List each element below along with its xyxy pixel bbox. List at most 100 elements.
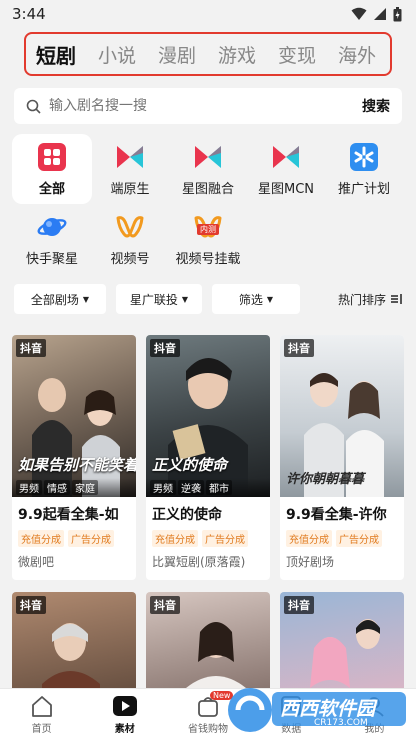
- nav-home[interactable]: 首页: [0, 689, 83, 740]
- drama-source: 顶好剧场: [286, 555, 335, 569]
- channel-label: 视频号: [110, 252, 150, 267]
- revenue-chips: 充值分成 广告分成: [146, 524, 270, 547]
- bowtie-icon: [193, 142, 223, 172]
- drama-card[interactable]: 抖音 正义的使命 男频 逆袭 都市 正义的使命 充值分成 广告分成 比翼短剧(原…: [146, 335, 270, 580]
- platform-badge: 抖音: [16, 596, 46, 614]
- nav-label: 素材: [114, 724, 135, 735]
- channel-xingtu-ronghe[interactable]: 星图融合: [168, 142, 248, 197]
- poster-title: 如果告别不能笑着说: [18, 456, 136, 474]
- nav-label: 省钱购物: [188, 724, 228, 735]
- play-icon: [112, 694, 138, 718]
- platform-badge: 抖音: [150, 596, 180, 614]
- revenue-chip: 充值分成: [18, 530, 64, 547]
- revenue-chip: 广告分成: [202, 530, 248, 547]
- status-bar: 3:44: [0, 0, 416, 28]
- tab-game[interactable]: 游戏: [218, 41, 256, 68]
- watermark-logo: 西西软件园 CR173.COM: [224, 684, 410, 736]
- poster-image: 抖音 正义的使命 男频 逆袭 都市: [146, 335, 270, 497]
- channel-label: 推广计划: [337, 182, 390, 197]
- revenue-chip: 广告分成: [68, 530, 114, 547]
- all-dramas-filter[interactable]: 全部剧场 ▼: [14, 284, 106, 314]
- genre-tag: 家庭: [72, 480, 98, 495]
- revenue-chip: 充值分成: [286, 530, 332, 547]
- grid-icon: [37, 142, 67, 172]
- channel-label: 快手聚星: [25, 252, 78, 267]
- search-button[interactable]: 搜索: [362, 96, 390, 116]
- category-tabs: 短剧 小说 漫剧 游戏 变现 海外: [24, 32, 392, 76]
- status-icons: [351, 6, 402, 22]
- watermark-url: CR173.COM: [314, 718, 368, 728]
- channel-label: 全部: [38, 182, 65, 197]
- channel-label: 星图MCN: [257, 182, 315, 197]
- genre-tag: 男频: [150, 480, 176, 495]
- channel-duan-yuansheng[interactable]: 端原生: [90, 142, 170, 197]
- poster-image: 抖音 许你朝朝暮暮: [280, 335, 404, 497]
- screen-filter[interactable]: 筛选 ▼: [212, 284, 300, 314]
- genre-tag: 情感: [44, 480, 70, 495]
- channel-shipinhao-mount[interactable]: 内测 视频号挂载: [168, 212, 248, 267]
- planet-icon: [37, 212, 67, 242]
- platform-badge: 抖音: [150, 339, 180, 357]
- channel-label: 星图融合: [181, 182, 234, 197]
- nav-material[interactable]: 素材: [83, 689, 166, 740]
- app-screen: 3:44 短剧 小说 漫剧 游戏 变现 海外 搜索 全部: [0, 0, 416, 740]
- channel-kuaishou-juxing[interactable]: 快手聚星: [12, 212, 92, 267]
- tab-novel[interactable]: 小说: [98, 41, 136, 68]
- search-bar: 搜索: [14, 88, 402, 124]
- poster-title: 正义的使命: [152, 456, 228, 474]
- channel-promotion-plan[interactable]: 推广计划: [324, 142, 404, 197]
- sort-button[interactable]: 热门排序: [338, 291, 402, 308]
- filter-row: 全部剧场 ▼ 星广联投 ▼ 筛选 ▼ 热门排序: [14, 284, 402, 314]
- bowtie-icon: [271, 142, 301, 172]
- filter-label: 全部剧场: [30, 292, 79, 307]
- genre-tag: 逆袭: [178, 480, 204, 495]
- drama-title: 正义的使命: [152, 507, 222, 523]
- caret-down-icon: ▼: [266, 294, 274, 304]
- drama-card[interactable]: 抖音 许你朝朝暮暮 9.9看全集-许你 充值分成 广告分成 顶好剧场: [280, 335, 404, 580]
- watermark-brand: 西西软件园: [280, 698, 376, 720]
- tab-overseas[interactable]: 海外: [338, 41, 376, 68]
- butterfly-icon: 内测: [193, 212, 223, 242]
- drama-card[interactable]: 抖音 如果告别不能笑着说 男频 情感 家庭 9.9起看全集-如 充值分成 广告分…: [12, 335, 136, 580]
- channel-all[interactable]: 全部: [12, 134, 92, 204]
- channel-label: 端原生: [110, 182, 150, 197]
- status-time: 3:44: [12, 5, 46, 23]
- platform-badge: 抖音: [284, 339, 314, 357]
- tab-monetize[interactable]: 变现: [278, 41, 316, 68]
- filter-label: 筛选: [238, 292, 263, 307]
- caret-down-icon: ▼: [181, 294, 189, 304]
- tab-comic-drama[interactable]: 漫剧: [158, 41, 196, 68]
- genre-tags: 男频 逆袭 都市: [146, 478, 270, 497]
- poster-title: 许你朝朝暮暮: [286, 472, 365, 487]
- genre-tag: 男频: [16, 480, 42, 495]
- channel-shipinhao[interactable]: 视频号: [90, 212, 170, 267]
- drama-title: 9.9看全集-许你: [286, 507, 387, 523]
- genre-tags: 男频 情感 家庭: [12, 478, 136, 497]
- drama-title: 9.9起看全集-如: [18, 507, 119, 523]
- caret-down-icon: ▼: [82, 294, 90, 304]
- drama-source: 比翼短剧(原落霞): [152, 555, 246, 569]
- channel-xingtu-mcn[interactable]: 星图MCN: [246, 142, 326, 197]
- beta-badge: 内测: [197, 224, 219, 235]
- search-icon: [26, 99, 41, 114]
- search-input[interactable]: [49, 98, 362, 114]
- nav-label: 首页: [31, 724, 52, 735]
- sparkle-icon: [349, 142, 379, 172]
- platform-badge: 抖音: [16, 339, 46, 357]
- poster-image: 抖音 如果告别不能笑着说 男频 情感 家庭: [12, 335, 136, 497]
- sort-label: 热门排序: [337, 292, 386, 307]
- star-link-filter[interactable]: 星广联投 ▼: [116, 284, 202, 314]
- sort-icon: [391, 294, 402, 304]
- revenue-chip: 广告分成: [336, 530, 382, 547]
- revenue-chip: 充值分成: [152, 530, 198, 547]
- home-icon: [30, 694, 54, 718]
- channel-label: 视频号挂载: [175, 252, 241, 267]
- tab-short-drama[interactable]: 短剧: [36, 40, 76, 69]
- filter-label: 星广联投: [129, 292, 178, 307]
- bowtie-icon: [115, 142, 145, 172]
- wifi-icon: [351, 7, 367, 20]
- genre-tag: 都市: [206, 480, 232, 495]
- platform-badge: 抖音: [284, 596, 314, 614]
- drama-source: 微剧吧: [18, 555, 55, 569]
- revenue-chips: 充值分成 广告分成: [12, 524, 136, 547]
